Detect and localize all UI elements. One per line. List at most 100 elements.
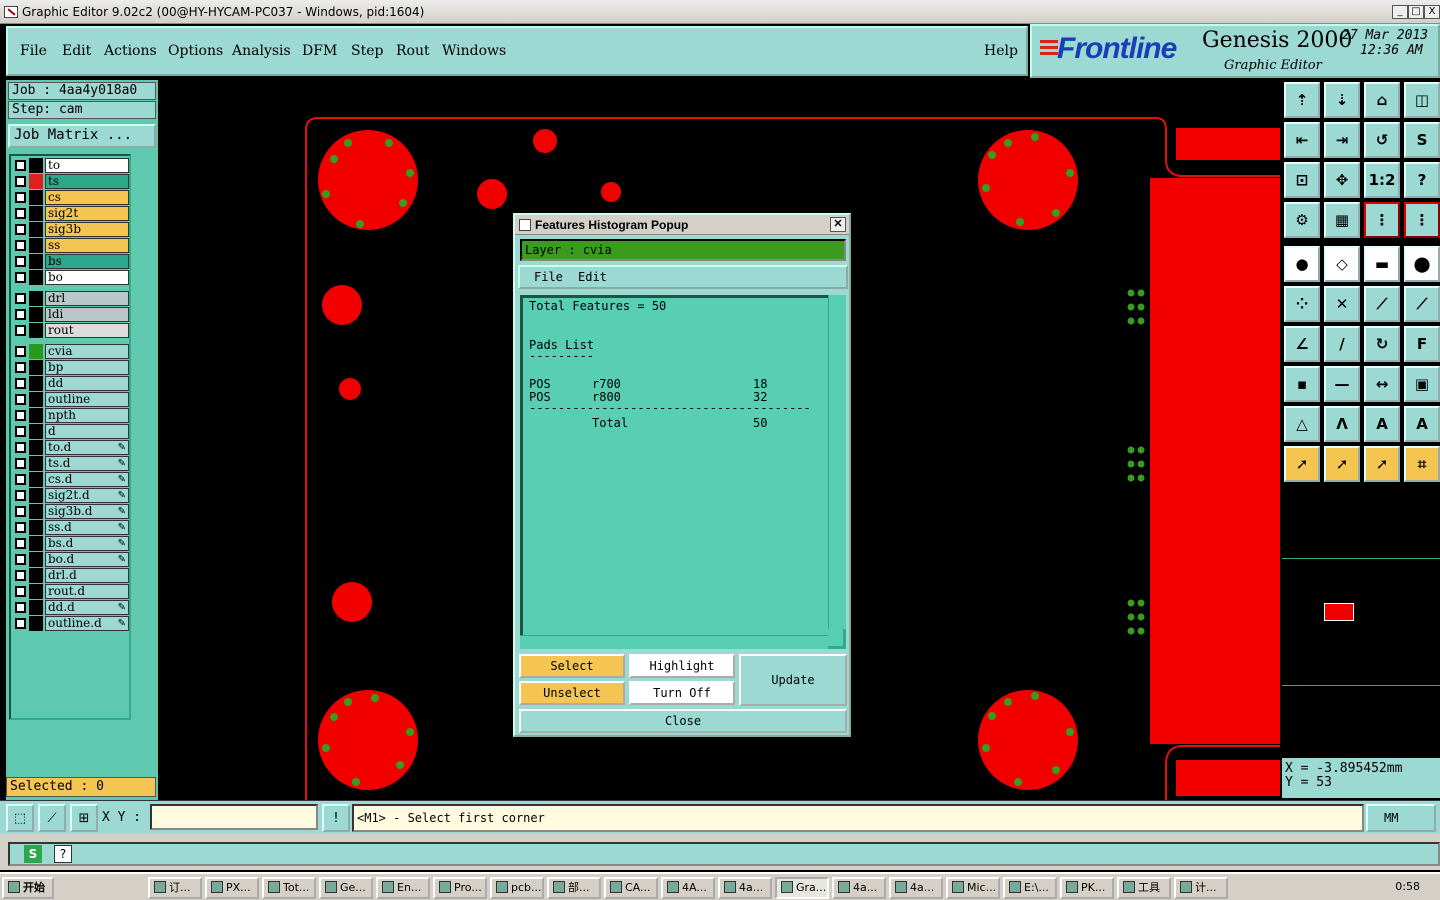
job-matrix-button[interactable]: Job Matrix ...: [8, 124, 156, 148]
layer-color-swatch[interactable]: [29, 291, 43, 306]
layer-row[interactable]: ldi: [13, 307, 129, 322]
layer-name[interactable]: drl.d: [45, 568, 129, 583]
layer-name[interactable]: sig3b: [45, 222, 129, 237]
taskbar-item[interactable]: 部...: [547, 877, 601, 899]
taskbar-item[interactable]: Tot...: [262, 877, 316, 899]
menu-rout[interactable]: Rout: [396, 43, 430, 59]
split-window-icon[interactable]: ◫: [1404, 82, 1440, 118]
overview-preview[interactable]: [1282, 558, 1440, 686]
layer-checkbox[interactable]: [15, 346, 26, 357]
popup-menu-edit[interactable]: Edit: [578, 267, 607, 287]
peak-icon[interactable]: Λ: [1324, 406, 1360, 442]
settings-icon[interactable]: ⚙: [1284, 202, 1320, 238]
layer-row[interactable]: npth: [13, 408, 129, 423]
start-button[interactable]: 开始: [2, 877, 54, 899]
layer-name[interactable]: bs: [45, 254, 129, 269]
layer-row[interactable]: ts.d ✎: [13, 456, 129, 471]
layer-color-swatch[interactable]: [29, 424, 43, 439]
layer-checkbox[interactable]: [15, 224, 26, 235]
layer-row[interactable]: bo.d ✎: [13, 552, 129, 567]
close-window-button[interactable]: X: [1424, 5, 1440, 19]
layer-row[interactable]: ss: [13, 238, 129, 253]
layer-checkbox[interactable]: [15, 362, 26, 373]
turn-off-button[interactable]: Turn Off: [629, 681, 735, 705]
layer-name[interactable]: bo.d ✎: [45, 552, 129, 567]
pointer-box-icon[interactable]: ➚: [1324, 446, 1360, 482]
layer-checkbox[interactable]: [15, 272, 26, 283]
unselect-button[interactable]: Unselect: [519, 681, 625, 705]
taskbar-item[interactable]: 4a...: [718, 877, 772, 899]
popup-horizontal-scrollbar[interactable]: [520, 635, 828, 649]
layer-row[interactable]: drl: [13, 291, 129, 306]
angle-icon[interactable]: ∠: [1284, 326, 1320, 362]
layer-row[interactable]: bs.d ✎: [13, 536, 129, 551]
menu-windows[interactable]: Windows: [442, 43, 506, 59]
layer-name[interactable]: outline: [45, 392, 129, 407]
layer-row[interactable]: bo: [13, 270, 129, 285]
highlight-button[interactable]: Highlight: [629, 654, 735, 678]
layer-color-swatch[interactable]: [29, 472, 43, 487]
taskbar-item[interactable]: PK...: [1060, 877, 1114, 899]
xy-input[interactable]: [150, 804, 318, 830]
pointer-ring-icon[interactable]: ➚: [1364, 446, 1400, 482]
layer-row[interactable]: bs: [13, 254, 129, 269]
s-icon[interactable]: S: [24, 845, 42, 863]
layer-name[interactable]: to.d ✎: [45, 440, 129, 455]
layer-row[interactable]: to: [13, 158, 129, 173]
layer-checkbox[interactable]: [15, 426, 26, 437]
menu-step[interactable]: Step: [351, 43, 383, 59]
layer-checkbox[interactable]: [15, 293, 26, 304]
taskbar-item[interactable]: 4a...: [832, 877, 886, 899]
taskbar-item[interactable]: CA...: [604, 877, 658, 899]
taskbar-item[interactable]: E:\...: [1003, 877, 1057, 899]
layer-checkbox[interactable]: [15, 618, 26, 629]
layer-row[interactable]: outline.d ✎: [13, 616, 129, 631]
layer-name[interactable]: cvia: [45, 344, 129, 359]
layer-color-swatch[interactable]: [29, 360, 43, 375]
taskbar-item[interactable]: Ge...: [319, 877, 373, 899]
layer-name[interactable]: rout: [45, 323, 129, 338]
layer-name[interactable]: npth: [45, 408, 129, 423]
minimize-button[interactable]: _: [1392, 5, 1408, 19]
layer-name[interactable]: rout.d: [45, 584, 129, 599]
popup-vertical-scrollbar[interactable]: [828, 295, 846, 629]
copy-icon[interactable]: ▣: [1404, 366, 1440, 402]
layer-name[interactable]: ts.d ✎: [45, 456, 129, 471]
layer-row[interactable]: sig3b: [13, 222, 129, 237]
taskbar-item[interactable]: Gra...: [775, 877, 829, 899]
layer-row[interactable]: cs.d ✎: [13, 472, 129, 487]
layer-name[interactable]: cs.d ✎: [45, 472, 129, 487]
layer-row[interactable]: ts: [13, 174, 129, 189]
layer-row[interactable]: rout.d: [13, 584, 129, 599]
layer-checkbox[interactable]: [15, 474, 26, 485]
layer-color-swatch[interactable]: [29, 440, 43, 455]
layer-checkbox[interactable]: [15, 208, 26, 219]
text-f-icon[interactable]: F: [1404, 326, 1440, 362]
circle-pad-icon[interactable]: ⬤: [1404, 246, 1440, 282]
layer-color-swatch[interactable]: [29, 504, 43, 519]
taskbar-item[interactable]: Mic...: [946, 877, 1000, 899]
grid-icon[interactable]: ▦: [1324, 202, 1360, 238]
layer-row[interactable]: dd: [13, 376, 129, 391]
layer-name[interactable]: bp: [45, 360, 129, 375]
layer-color-swatch[interactable]: [29, 238, 43, 253]
taskbar-item[interactable]: Pro...: [433, 877, 487, 899]
menu-dfm[interactable]: DFM: [302, 43, 337, 59]
layer-color-swatch[interactable]: [29, 616, 43, 631]
layer-name[interactable]: sig2t.d ✎: [45, 488, 129, 503]
popup-menu-file[interactable]: File: [534, 267, 563, 287]
line-icon[interactable]: ⟋: [1364, 286, 1400, 322]
update-button[interactable]: Update: [739, 654, 847, 706]
pad-icon[interactable]: ●: [1284, 246, 1320, 282]
layer-row[interactable]: cs: [13, 190, 129, 205]
layer-checkbox[interactable]: [15, 160, 26, 171]
layer-checkbox[interactable]: [15, 458, 26, 469]
select-button[interactable]: Select: [519, 654, 625, 678]
save-icon[interactable]: ⇣: [1324, 82, 1360, 118]
taskbar-item[interactable]: 工具: [1117, 877, 1171, 899]
layer-checkbox[interactable]: [15, 586, 26, 597]
layer-name[interactable]: sig3b.d ✎: [45, 504, 129, 519]
taskbar-item[interactable]: 4A...: [661, 877, 715, 899]
layer-row[interactable]: outline: [13, 392, 129, 407]
units-select[interactable]: MM: [1366, 804, 1436, 832]
